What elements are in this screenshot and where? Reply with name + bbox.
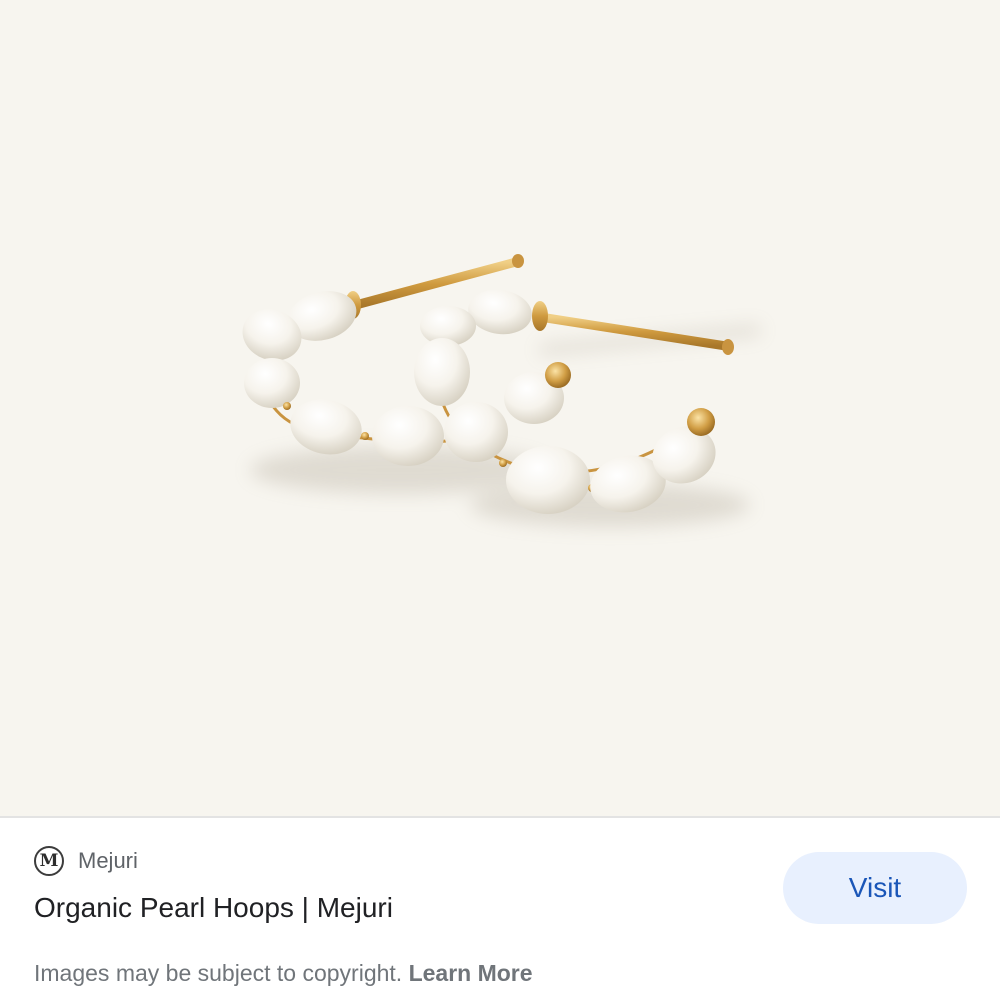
learn-more-link[interactable]: Learn More <box>409 960 533 986</box>
pearl-hoops-illustration <box>242 254 761 527</box>
product-image[interactable] <box>0 0 1000 816</box>
copyright-text: Images may be subject to copyright. <box>34 960 409 986</box>
left-hoop-pearls <box>242 291 444 466</box>
mejuri-logo-icon: M <box>34 846 64 876</box>
source-name: Mejuri <box>78 848 138 873</box>
source-row[interactable]: M Mejuri <box>34 846 138 876</box>
image-info-panel: M Mejuri Organic Pearl Hoops | Mejuri Vi… <box>0 818 1000 1000</box>
image-title[interactable]: Organic Pearl Hoops | Mejuri <box>34 892 393 924</box>
copyright-notice: Images may be subject to copyright. Lear… <box>34 960 533 987</box>
visit-button[interactable]: Visit <box>783 852 967 924</box>
